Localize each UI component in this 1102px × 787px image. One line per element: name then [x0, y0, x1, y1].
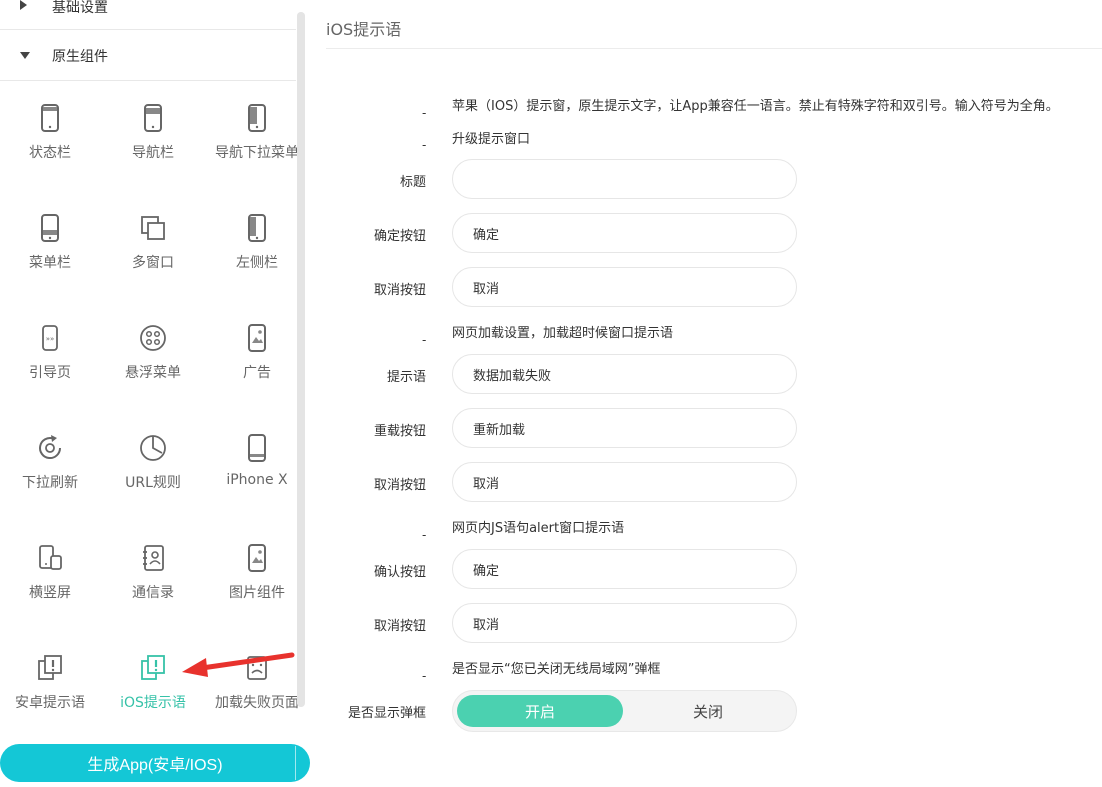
sidebar-item-label: 通信录 [132, 585, 174, 601]
caret-right-icon [20, 0, 27, 10]
guide-page-icon: »» [34, 322, 66, 354]
section-native-components[interactable]: 原生组件 [0, 31, 296, 81]
upgrade-note: 升级提示窗口 [452, 132, 531, 147]
js-alert-note: 网页内JS语句alert窗口提示语 [452, 521, 625, 536]
svg-text:»»: »» [46, 335, 55, 343]
sidebar-item-label: iPhone X [226, 472, 288, 488]
sidebar-item-label: 下拉刷新 [22, 475, 78, 491]
sidebar-item-contacts[interactable]: 通信录 [103, 522, 203, 632]
pull-refresh-icon [34, 432, 66, 464]
phone-status-bar-icon [34, 102, 66, 134]
section-label: 基础设置 [52, 0, 108, 16]
toggle-on-option[interactable]: 开启 [457, 695, 623, 727]
annotation-arrow-icon [182, 652, 295, 677]
title-divider [326, 48, 1102, 49]
android-alert-icon [34, 652, 66, 684]
sidebar-item-navbar[interactable]: 导航栏 [103, 82, 203, 192]
loading-cancel-input[interactable] [452, 462, 797, 502]
confirm-label: 确定按钮 [373, 229, 426, 244]
section-basic-settings[interactable]: 基础设置 [0, 0, 296, 30]
sidebar-item-ios-alert[interactable]: iOS提示语 [103, 632, 203, 742]
sidebar-item-android-alert[interactable]: 安卓提示语 [0, 632, 100, 742]
main-content: iOS提示语 - 苹果（IOS）提示窗，原生提示文字，让App兼容任一语言。禁止… [326, 0, 1102, 787]
contacts-icon [137, 542, 169, 574]
sidebar-item-label: URL规则 [125, 475, 181, 491]
cancel-label: 取消按钮 [373, 478, 426, 493]
loading-tip-input[interactable] [452, 354, 797, 394]
upgrade-title-input[interactable] [452, 159, 797, 199]
show-dialog-label: 是否显示弹框 [347, 706, 426, 721]
upgrade-confirm-input[interactable] [452, 213, 797, 253]
screen-rotate-icon [34, 542, 66, 574]
sidebar-item-guide-page[interactable]: »» 引导页 [0, 302, 100, 412]
sidebar-item-screen-rotate[interactable]: 横竖屏 [0, 522, 100, 632]
iphone-x-icon [241, 432, 273, 464]
upgrade-cancel-input[interactable] [452, 267, 797, 307]
intro-note: 苹果（IOS）提示窗，原生提示文字，让App兼容任一语言。禁止有特殊字符和双引号… [452, 99, 1059, 114]
cancel-label: 取消按钮 [373, 283, 426, 298]
sidebar-item-label: iOS提示语 [120, 695, 186, 711]
caret-down-icon [20, 52, 30, 59]
button-divider [295, 746, 296, 780]
sidebar-item-label: 菜单栏 [29, 255, 71, 271]
alert-confirm-input[interactable] [452, 549, 797, 589]
section-label: 原生组件 [52, 48, 108, 65]
multi-window-icon [137, 212, 169, 244]
sidebar-item-label: 引导页 [29, 365, 71, 381]
row-dash: - [422, 106, 427, 120]
phone-dropdown-menu-icon [241, 102, 273, 134]
sidebar-item-image-component[interactable]: 图片组件 [207, 522, 307, 632]
phone-navbar-icon [137, 102, 169, 134]
sidebar-item-status-bar[interactable]: 状态栏 [0, 82, 100, 192]
floating-menu-icon [137, 322, 169, 354]
image-component-icon [241, 542, 273, 574]
web-loading-note: 网页加载设置，加载超时候窗口提示语 [452, 326, 674, 341]
sidebar-item-pull-refresh[interactable]: 下拉刷新 [0, 412, 100, 522]
sidebar-item-label: 安卓提示语 [15, 695, 85, 711]
sidebar-item-label: 状态栏 [29, 145, 71, 161]
sidebar-item-label: 广告 [243, 365, 271, 381]
sidebar-scrollbar-thumb[interactable] [297, 12, 305, 707]
sidebar-item-url-rule[interactable]: URL规则 [103, 412, 203, 522]
sidebar-item-label: 横竖屏 [29, 585, 71, 601]
row-dash: - [422, 138, 427, 152]
page-title: iOS提示语 [326, 20, 402, 39]
sidebar-item-iphone-x[interactable]: iPhone X [207, 412, 307, 522]
toggle-off-option[interactable]: 关闭 [625, 695, 791, 727]
row-dash: - [422, 669, 427, 683]
generate-app-label: 生成App(安卓/IOS) [87, 757, 223, 774]
phone-left-sidebar-icon [241, 212, 273, 244]
sidebar-item-label: 导航下拉菜单 [215, 145, 299, 161]
sidebar-item-label: 左侧栏 [236, 255, 278, 271]
sidebar-item-menu-bar[interactable]: 菜单栏 [0, 192, 100, 302]
cancel-label: 取消按钮 [373, 619, 426, 634]
reload-button-input[interactable] [452, 408, 797, 448]
confirm-label: 确认按钮 [373, 565, 426, 580]
row-dash: - [422, 528, 427, 542]
sidebar-item-ad[interactable]: 广告 [207, 302, 307, 412]
generate-app-button[interactable]: 生成App(安卓/IOS) [0, 744, 310, 782]
sidebar-item-label: 加载失败页面 [215, 695, 299, 711]
row-dash: - [422, 333, 427, 347]
phone-menu-bar-icon [34, 212, 66, 244]
sidebar-item-load-failed[interactable]: 加载失败页面 [207, 632, 307, 742]
tip-label: 提示语 [386, 370, 426, 385]
sidebar-item-label: 多窗口 [132, 255, 174, 271]
title-label: 标题 [399, 175, 426, 190]
sidebar-item-left-sidebar[interactable]: 左侧栏 [207, 192, 307, 302]
sidebar-item-label: 悬浮菜单 [125, 365, 181, 381]
ios-alert-icon [137, 652, 169, 684]
sidebar-item-nav-dropdown[interactable]: 导航下拉菜单 [207, 82, 307, 192]
sidebar-item-multi-window[interactable]: 多窗口 [103, 192, 203, 302]
wifi-prompt-note: 是否显示“您已关闭无线局域网”弹框 [452, 662, 661, 677]
sidebar-item-label: 导航栏 [132, 145, 174, 161]
ad-icon [241, 322, 273, 354]
show-dialog-toggle[interactable]: 开启 关闭 [452, 690, 797, 732]
sidebar-item-floating-menu[interactable]: 悬浮菜单 [103, 302, 203, 412]
reload-label: 重载按钮 [373, 424, 426, 439]
sidebar-item-label: 图片组件 [229, 585, 285, 601]
alert-cancel-input[interactable] [452, 603, 797, 643]
url-rule-icon [137, 432, 169, 464]
